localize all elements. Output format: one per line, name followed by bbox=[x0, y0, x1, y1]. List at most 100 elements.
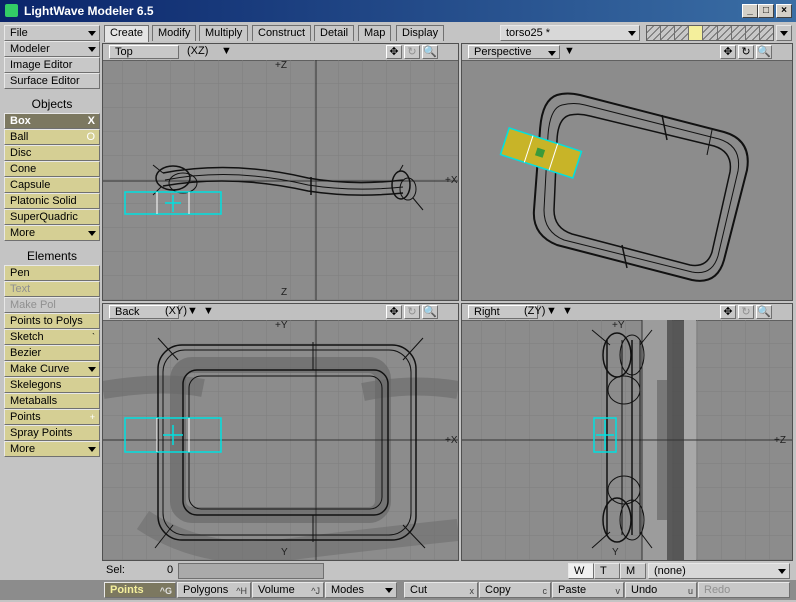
surface-value: (none) bbox=[654, 565, 686, 577]
zoom-icon[interactable]: 🔍 bbox=[422, 305, 438, 319]
tool-make-pol[interactable]: Make Pol bbox=[4, 297, 100, 313]
zoom-icon[interactable]: 🔍 bbox=[756, 45, 772, 59]
viewport-right[interactable]: Right (ZY) ▼ ▼ ✥ ↻ 🔍 +Y Y +Z bbox=[461, 303, 793, 561]
view-mode-menu[interactable]: ▼ bbox=[187, 305, 198, 319]
tool-metaballs[interactable]: Metaballs bbox=[4, 393, 100, 409]
chevron-down-icon bbox=[88, 47, 96, 52]
move-icon[interactable]: ✥ bbox=[386, 305, 402, 319]
modeler-menu[interactable]: Modeler bbox=[4, 41, 100, 57]
make-curve-menu[interactable]: Make Curve bbox=[4, 361, 100, 377]
viewport-view-select[interactable]: Perspective bbox=[468, 45, 560, 59]
layer-1[interactable] bbox=[647, 26, 662, 40]
wtm-w-button[interactable]: W bbox=[568, 563, 594, 579]
tool-pen[interactable]: Pen bbox=[4, 265, 100, 281]
zoom-icon[interactable]: 🔍 bbox=[756, 305, 772, 319]
tool-skelegons[interactable]: Skelegons bbox=[4, 377, 100, 393]
rotate-icon[interactable]: ↻ bbox=[404, 305, 420, 319]
shortcut-key: ^G bbox=[159, 586, 172, 596]
chevron-down-icon bbox=[88, 367, 96, 372]
layer-4-active[interactable] bbox=[689, 26, 704, 40]
viewport-view-select[interactable]: Top bbox=[109, 45, 179, 59]
elements-more-menu[interactable]: More bbox=[4, 441, 100, 457]
tool-text[interactable]: Text bbox=[4, 281, 100, 297]
render-mode-menu[interactable]: ▼ bbox=[562, 305, 573, 319]
tool-bezier[interactable]: Bezier bbox=[4, 345, 100, 361]
redo-button[interactable]: Redo bbox=[698, 582, 790, 598]
tab-display[interactable]: Display bbox=[396, 25, 445, 41]
volume-mode-button[interactable]: Volume ^J bbox=[252, 582, 324, 598]
viewport-perspective[interactable]: Perspective ▼ ✥ ↻ 🔍 bbox=[461, 43, 793, 301]
layer-8[interactable] bbox=[745, 26, 760, 40]
minimize-button[interactable]: _ bbox=[742, 4, 758, 18]
wtm-t-button[interactable]: T bbox=[594, 563, 620, 579]
modes-menu[interactable]: Modes bbox=[325, 582, 397, 598]
points-mode-button[interactable]: Points ^G bbox=[104, 582, 176, 598]
layer-7[interactable] bbox=[731, 26, 746, 40]
right-view-canvas[interactable] bbox=[462, 320, 792, 560]
rotate-icon[interactable]: ↻ bbox=[404, 45, 420, 59]
tool-ball[interactable]: Ball O bbox=[4, 129, 100, 145]
image-editor-button[interactable]: Image Editor bbox=[4, 57, 100, 73]
viewport-back[interactable]: Back (XY) ▼ ▼ ✥ ↻ 🔍 +Y Y +X bbox=[102, 303, 459, 561]
tab-modify[interactable]: Modify bbox=[152, 25, 197, 41]
tab-construct[interactable]: Construct bbox=[252, 25, 312, 41]
tool-cone[interactable]: Cone bbox=[4, 161, 100, 177]
file-menu[interactable]: File bbox=[4, 25, 100, 41]
back-view-canvas[interactable] bbox=[103, 320, 458, 560]
copy-label: Copy bbox=[485, 584, 511, 596]
maximize-button[interactable]: □ bbox=[758, 4, 774, 18]
cut-button[interactable]: Cut x bbox=[404, 582, 478, 598]
chevron-down-icon bbox=[778, 569, 786, 574]
move-icon[interactable]: ✥ bbox=[720, 305, 736, 319]
tool-disc[interactable]: Disc bbox=[4, 145, 100, 161]
tool-sketch[interactable]: Sketch ` bbox=[4, 329, 100, 345]
paste-button[interactable]: Paste v bbox=[552, 582, 624, 598]
polygons-mode-button[interactable]: Polygons ^H bbox=[177, 582, 251, 598]
tool-label: Box bbox=[10, 115, 31, 127]
chevron-down-icon bbox=[628, 31, 636, 36]
tool-superquadric[interactable]: SuperQuadric bbox=[4, 209, 100, 225]
tab-create[interactable]: Create bbox=[104, 25, 150, 42]
move-icon[interactable]: ✥ bbox=[386, 45, 402, 59]
objects-more-menu[interactable]: More bbox=[4, 225, 100, 241]
tool-capsule[interactable]: Capsule bbox=[4, 177, 100, 193]
tab-map[interactable]: Map bbox=[358, 25, 392, 41]
layer-9[interactable] bbox=[759, 26, 773, 40]
surface-editor-button[interactable]: Surface Editor bbox=[4, 73, 100, 89]
shortcut-key: O bbox=[86, 131, 95, 143]
tool-spray-points[interactable]: Spray Points bbox=[4, 425, 100, 441]
perspective-canvas[interactable] bbox=[462, 60, 792, 300]
rotate-icon[interactable]: ↻ bbox=[738, 45, 754, 59]
viewport-top[interactable]: Top (XZ) ▼ ✥ ↻ 🔍 +Z Z +X bbox=[102, 43, 459, 301]
viewport-toolbar: Top (XZ) ▼ ✥ ↻ 🔍 bbox=[103, 44, 458, 61]
tool-box[interactable]: Box X bbox=[4, 113, 100, 129]
tool-points-to-polys[interactable]: Points to Polys bbox=[4, 313, 100, 329]
render-mode-menu[interactable]: ▼ bbox=[221, 45, 232, 59]
layer-2[interactable] bbox=[661, 26, 676, 40]
tab-multiply[interactable]: Multiply bbox=[199, 25, 249, 41]
view-mode-menu[interactable]: ▼ bbox=[546, 305, 557, 319]
render-mode-menu[interactable]: ▼ bbox=[203, 305, 214, 319]
layer-5[interactable] bbox=[703, 26, 718, 40]
layer-menu-button[interactable] bbox=[776, 25, 792, 41]
zoom-icon[interactable]: 🔍 bbox=[422, 45, 438, 59]
object-select[interactable]: torso25 * bbox=[500, 25, 640, 41]
rotate-icon[interactable]: ↻ bbox=[738, 305, 754, 319]
top-view-canvas[interactable] bbox=[103, 60, 458, 300]
chevron-down-icon bbox=[88, 231, 96, 236]
wtm-m-button[interactable]: M bbox=[620, 563, 646, 579]
close-button[interactable]: × bbox=[776, 4, 792, 18]
tool-platonic-solid[interactable]: Platonic Solid bbox=[4, 193, 100, 209]
move-icon[interactable]: ✥ bbox=[720, 45, 736, 59]
tool-points[interactable]: Points + bbox=[4, 409, 100, 425]
tab-detail[interactable]: Detail bbox=[314, 25, 355, 41]
render-mode-menu[interactable]: ▼ bbox=[564, 45, 575, 59]
layer-buttons[interactable] bbox=[646, 25, 774, 41]
layer-6[interactable] bbox=[717, 26, 732, 40]
axis-label-right: +Z bbox=[774, 435, 786, 446]
undo-button[interactable]: Undo u bbox=[625, 582, 697, 598]
layer-3[interactable] bbox=[675, 26, 690, 40]
surface-select[interactable]: (none) bbox=[648, 563, 790, 579]
shortcut-key: c bbox=[542, 586, 548, 596]
copy-button[interactable]: Copy c bbox=[479, 582, 551, 598]
